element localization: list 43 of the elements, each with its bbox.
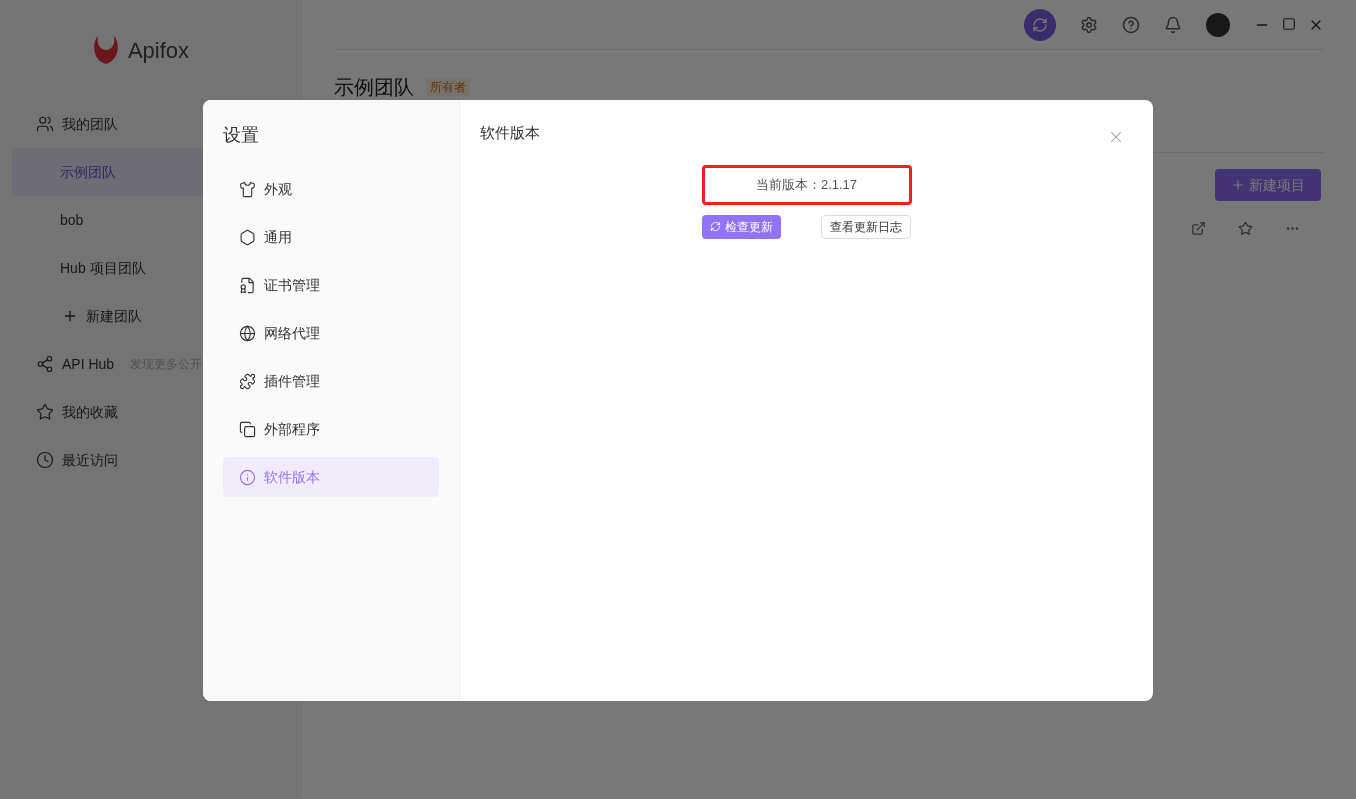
bell-icon[interactable]	[1164, 15, 1182, 34]
star-icon[interactable]	[1238, 221, 1253, 236]
settings-nav-item[interactable]: 软件版本	[223, 457, 439, 497]
certificate-icon	[239, 276, 256, 294]
settings-nav-item[interactable]: 证书管理	[223, 265, 439, 305]
sidebar-item[interactable]: 我的团队	[62, 113, 118, 135]
plus-icon	[62, 308, 78, 324]
globe-icon	[239, 324, 256, 342]
dialog-title: 设置	[223, 124, 260, 147]
version-text: 当前版本：2.1.17	[701, 164, 912, 205]
new-team-link[interactable]: 新建团队	[86, 305, 142, 327]
clock-icon	[36, 451, 54, 469]
section-title: 软件版本	[480, 123, 540, 143]
logo-text: Apifox	[127, 36, 190, 65]
sidebar-item[interactable]: 最近访问	[62, 449, 118, 471]
sidebar-item[interactable]: 我的收藏	[62, 401, 118, 423]
sidebar-item[interactable]: API Hub	[62, 353, 115, 375]
settings-nav-item[interactable]: 外部程序	[223, 409, 439, 449]
plus-icon	[1231, 178, 1245, 192]
changelog-button[interactable]: 查看更新日志	[821, 214, 911, 239]
hexagon-icon	[239, 228, 256, 246]
users-icon	[36, 115, 54, 133]
settings-icon[interactable]	[1080, 15, 1098, 34]
sync-button[interactable]	[1024, 8, 1056, 41]
refresh-icon	[710, 221, 721, 232]
star-icon	[36, 403, 54, 421]
settings-nav-item[interactable]: 插件管理	[223, 361, 439, 401]
team-title: 示例团队	[334, 75, 414, 100]
shirt-icon	[239, 180, 256, 198]
settings-nav-item[interactable]: 通用	[223, 217, 439, 257]
puzzle-icon	[239, 372, 256, 390]
help-icon[interactable]	[1122, 15, 1140, 34]
sync-icon	[1032, 16, 1048, 33]
avatar[interactable]	[1206, 12, 1230, 37]
hub-icon	[36, 355, 54, 373]
windows-icon	[239, 420, 256, 438]
open-icon[interactable]	[1191, 221, 1206, 236]
check-update-button[interactable]: 检查更新	[702, 214, 781, 239]
settings-nav-item[interactable]: 网络代理	[223, 313, 439, 353]
role-badge: 所有者	[426, 78, 470, 96]
maximize-icon[interactable]	[1282, 16, 1296, 31]
info-icon	[239, 468, 256, 486]
new-project-button[interactable]: 新建项目	[1215, 169, 1321, 201]
